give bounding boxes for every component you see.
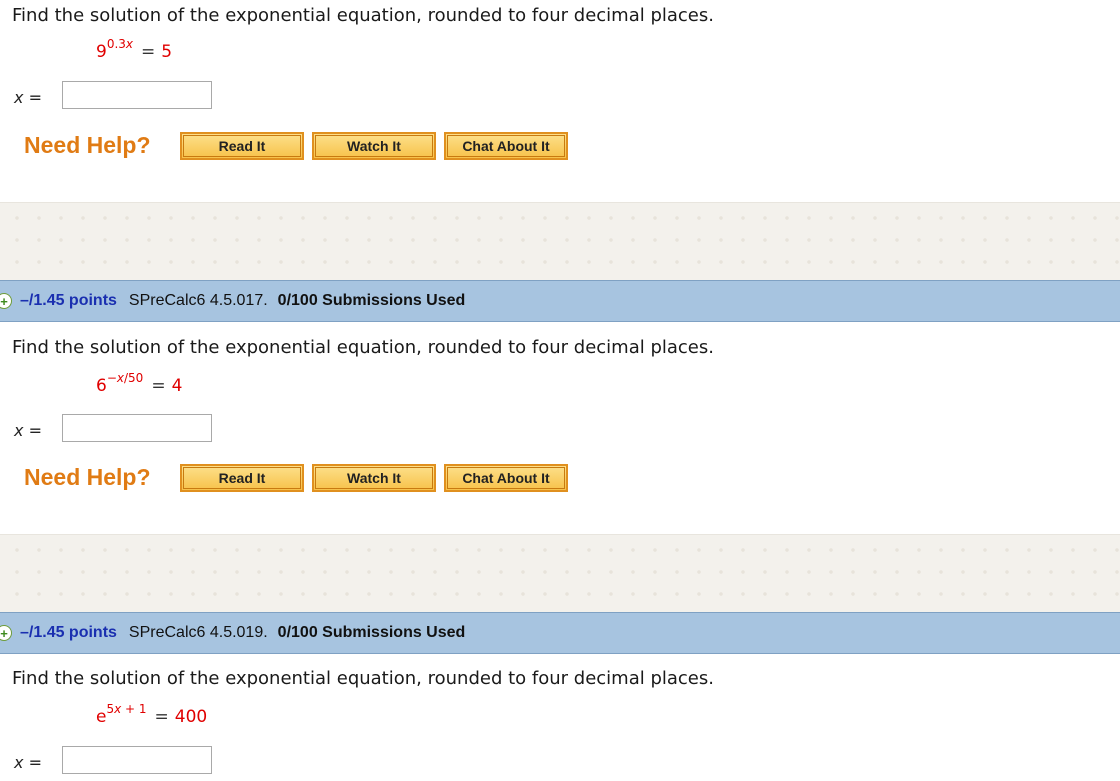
- equation: 90.3x = 5: [96, 37, 173, 62]
- question-prompt: Find the solution of the exponential equ…: [12, 5, 714, 26]
- chat-about-it-button[interactable]: Chat About It: [444, 132, 568, 160]
- decorative-pattern-divider: [0, 534, 1120, 613]
- submissions-used: 0/100 Submissions Used: [277, 292, 466, 309]
- need-help-label: Need Help?: [24, 464, 151, 490]
- question-id: SPreCalc6 4.5.017.: [128, 292, 268, 309]
- read-it-button[interactable]: Read It: [180, 132, 304, 160]
- answer-input[interactable]: [62, 746, 212, 774]
- watch-it-button[interactable]: Watch It: [312, 132, 436, 160]
- equation: e5x + 1 = 400: [96, 702, 208, 727]
- answer-label: x =: [14, 421, 42, 440]
- submissions-used: 0/100 Submissions Used: [277, 624, 466, 641]
- question-id: SPreCalc6 4.5.019.: [128, 624, 268, 641]
- need-help-label: Need Help?: [24, 132, 151, 158]
- answer-label: x =: [14, 753, 42, 772]
- expand-plus-icon[interactable]: +: [0, 293, 12, 309]
- answer-label: x =: [14, 88, 42, 107]
- question-header: + –/1.45 points SPreCalc6 4.5.017. 0/100…: [0, 280, 1120, 322]
- chat-about-it-button[interactable]: Chat About It: [444, 464, 568, 492]
- question-prompt: Find the solution of the exponential equ…: [12, 337, 714, 358]
- watch-it-button[interactable]: Watch It: [312, 464, 436, 492]
- points-label: –/1.45 points: [20, 624, 117, 641]
- answer-input[interactable]: [62, 81, 212, 109]
- decorative-pattern-divider: [0, 202, 1120, 281]
- expand-plus-icon[interactable]: +: [0, 625, 12, 641]
- question-header: + –/1.45 points SPreCalc6 4.5.019. 0/100…: [0, 612, 1120, 654]
- read-it-button[interactable]: Read It: [180, 464, 304, 492]
- question-prompt: Find the solution of the exponential equ…: [12, 668, 714, 689]
- answer-input[interactable]: [62, 414, 212, 442]
- points-label: –/1.45 points: [20, 292, 117, 309]
- equation: 6−x/50 = 4: [96, 371, 183, 396]
